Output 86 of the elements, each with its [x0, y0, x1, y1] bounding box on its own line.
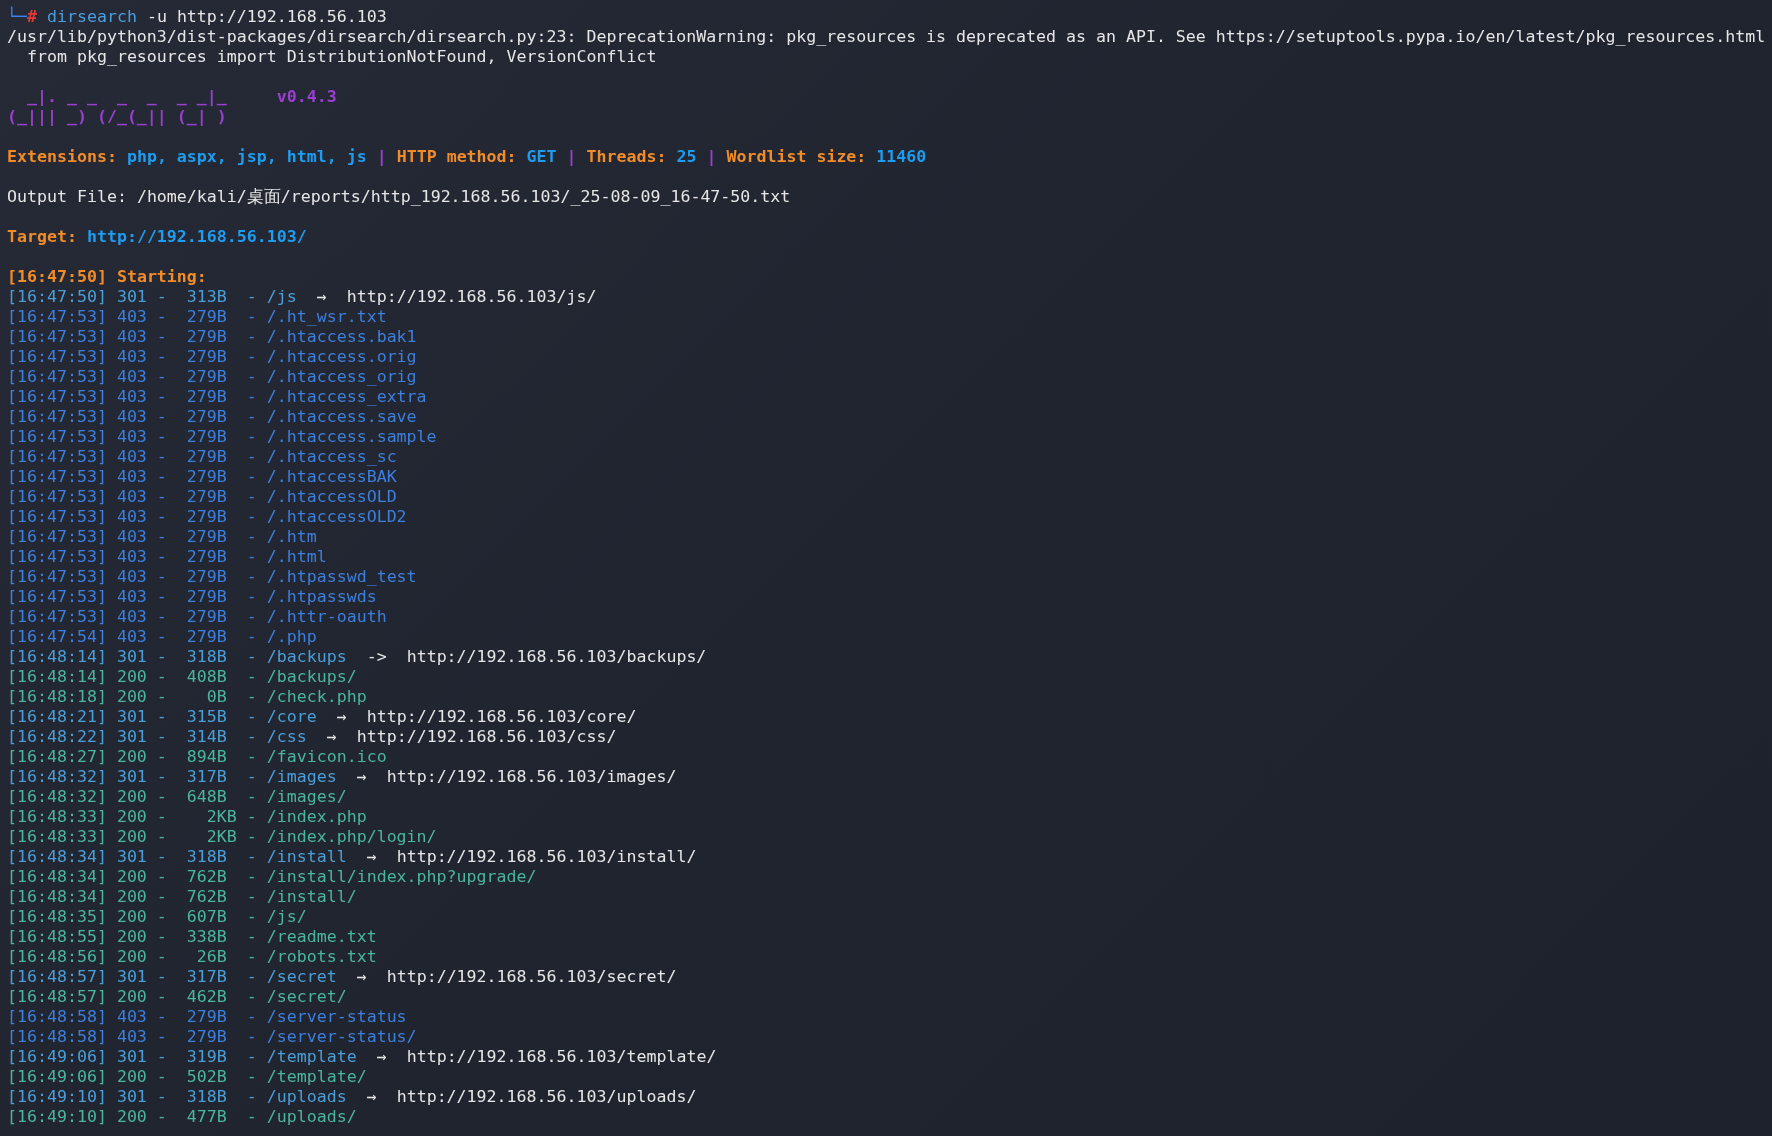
- output-file-path: /home/kali/桌面/reports/http_192.168.56.103/_25-08-09_16-47-50.txt: [136, 187, 791, 207]
- config-label: Threads:: [586, 147, 667, 167]
- result-line: [16:47:53] 403 - 279B - /.htaccessOLD: [7, 487, 397, 507]
- redirect-url: http://192.168.56.103/install/: [396, 847, 697, 867]
- separator-glyph: |: [706, 147, 717, 167]
- result-line: [16:48:33] 200 - 2KB - /index.php/login/: [7, 827, 437, 847]
- result-line: [16:48:14] 200 - 408B - /backups/: [7, 667, 357, 687]
- redirect-url: http://192.168.56.103/secret/: [386, 967, 677, 987]
- target-url: http://192.168.56.103/: [86, 227, 307, 247]
- result-line: [16:48:34] 301 - 318B - /install: [7, 847, 347, 867]
- command-args: -u http://192.168.56.103: [146, 7, 387, 27]
- redirect-url: http://192.168.56.103/core/: [366, 707, 637, 727]
- arrow-glyph: →: [316, 287, 327, 307]
- result-line: [16:47:53] 403 - 279B - /.ht_wsr.txt: [7, 307, 387, 327]
- arrow-glyph: →: [356, 967, 367, 987]
- command-name: dirsearch: [47, 7, 137, 27]
- result-line: [16:47:53] 403 - 279B - /.htaccess_extra: [7, 387, 427, 407]
- result-line: [16:47:53] 403 - 279B - /.htaccessBAK: [7, 467, 397, 487]
- arrow-glyph: →: [366, 847, 377, 867]
- config-value: 25: [676, 147, 697, 167]
- result-line: [16:48:55] 200 - 338B - /readme.txt: [7, 927, 377, 947]
- arrow-glyph: →: [376, 1047, 387, 1067]
- result-line: [16:47:53] 403 - 279B - /.html: [7, 547, 327, 567]
- result-line: [16:48:14] 301 - 318B - /backups: [7, 647, 347, 667]
- result-line: [16:47:53] 403 - 279B - /.htpasswds: [7, 587, 377, 607]
- result-line: [16:47:53] 403 - 279B - /.htaccess.sample: [7, 427, 437, 447]
- arrow-glyph: →: [366, 1087, 377, 1107]
- result-line: [16:49:10] 200 - 477B - /uploads/: [7, 1107, 357, 1127]
- prompt-symbol: #: [27, 7, 37, 27]
- target-label: Target:: [7, 227, 77, 247]
- redirect-url: http://192.168.56.103/backups/: [406, 647, 707, 667]
- separator-glyph: |: [566, 147, 577, 167]
- separator-glyph: |: [376, 147, 387, 167]
- result-line: [16:48:32] 200 - 648B - /images/: [7, 787, 347, 807]
- result-line: [16:48:58] 403 - 279B - /server-status/: [7, 1027, 417, 1047]
- redirect-url: http://192.168.56.103/template/: [406, 1047, 717, 1067]
- result-line: [16:48:58] 403 - 279B - /server-status: [7, 1007, 407, 1027]
- result-line: [16:49:06] 301 - 319B - /template: [7, 1047, 357, 1067]
- result-line: [16:49:10] 301 - 318B - /uploads: [7, 1087, 347, 1107]
- result-line: [16:47:54] 403 - 279B - /.php: [7, 627, 317, 647]
- arrow-glyph: →: [336, 707, 347, 727]
- prompt-corner: └─: [7, 7, 27, 27]
- result-line: [16:47:53] 403 - 279B - /.htaccess.bak1: [7, 327, 417, 347]
- banner-art: (_||| _) (/_(_|| (_| ): [7, 107, 227, 127]
- config-value: GET: [526, 147, 557, 167]
- arrow-glyph: ->: [366, 647, 387, 667]
- result-line: [16:48:33] 200 - 2KB - /index.php: [7, 807, 367, 827]
- redirect-url: http://192.168.56.103/images/: [386, 767, 677, 787]
- result-line: [16:48:27] 200 - 894B - /favicon.ico: [7, 747, 387, 767]
- result-line: [16:48:32] 301 - 317B - /images: [7, 767, 337, 787]
- result-line: [16:47:53] 403 - 279B - /.htaccess.orig: [7, 347, 417, 367]
- warning-text: from pkg_resources import DistributionNotFound, VersionConflict: [25, 47, 657, 67]
- version-label: v0.4.3: [276, 87, 337, 107]
- banner-art: _|. _ _ _ _ _ _|_: [25, 87, 227, 107]
- warning-text: /usr/lib/python3/dist-packages/dirsearch/dirsearch.py:23: DeprecationWarning: pkg_resources is deprecated as an API. See https://setuptools.pypa.io/en/latest/pkg_resources.html: [7, 27, 1766, 47]
- config-label: Extensions:: [7, 147, 117, 167]
- result-line: [16:48:22] 301 - 314B - /css: [7, 727, 307, 747]
- redirect-url: http://192.168.56.103/uploads/: [396, 1087, 697, 1107]
- config-value: 11460: [876, 147, 927, 167]
- result-line: [16:47:53] 403 - 279B - /.htaccessOLD2: [7, 507, 407, 527]
- result-line: [16:47:53] 403 - 279B - /.htaccess_orig: [7, 367, 417, 387]
- result-line: [16:47:50] 301 - 313B - /js: [7, 287, 297, 307]
- config-label: HTTP method:: [396, 147, 517, 167]
- result-line: [16:49:06] 200 - 502B - /template/: [7, 1067, 367, 1087]
- result-line: [16:48:18] 200 - 0B - /check.php: [7, 687, 367, 707]
- result-line: [16:48:34] 200 - 762B - /install/: [7, 887, 357, 907]
- config-value: php, aspx, jsp, html, js: [126, 147, 367, 167]
- start-time: [16:47:50]: [7, 267, 107, 287]
- arrow-glyph: →: [356, 767, 367, 787]
- result-line: [16:48:57] 301 - 317B - /secret: [7, 967, 337, 987]
- result-line: [16:48:34] 200 - 762B - /install/index.php?upgrade/: [7, 867, 537, 887]
- config-label: Wordlist size:: [726, 147, 867, 167]
- redirect-url: http://192.168.56.103/js/: [346, 287, 597, 307]
- redirect-url: http://192.168.56.103/css/: [356, 727, 617, 747]
- output-file-label: Output File:: [7, 187, 127, 207]
- start-label: Starting:: [116, 267, 207, 287]
- result-line: [16:47:53] 403 - 279B - /.htaccess.save: [7, 407, 417, 427]
- result-line: [16:48:57] 200 - 462B - /secret/: [7, 987, 347, 1007]
- result-line: [16:47:53] 403 - 279B - /.htpasswd_test: [7, 567, 417, 587]
- arrow-glyph: →: [326, 727, 337, 747]
- result-line: [16:47:53] 403 - 279B - /.httr-oauth: [7, 607, 387, 627]
- result-line: [16:47:53] 403 - 279B - /.htm: [7, 527, 317, 547]
- result-line: [16:48:56] 200 - 26B - /robots.txt: [7, 947, 377, 967]
- result-line: [16:48:35] 200 - 607B - /js/: [7, 907, 307, 927]
- result-line: [16:48:21] 301 - 315B - /core: [7, 707, 317, 727]
- result-line: [16:47:53] 403 - 279B - /.htaccess_sc: [7, 447, 397, 467]
